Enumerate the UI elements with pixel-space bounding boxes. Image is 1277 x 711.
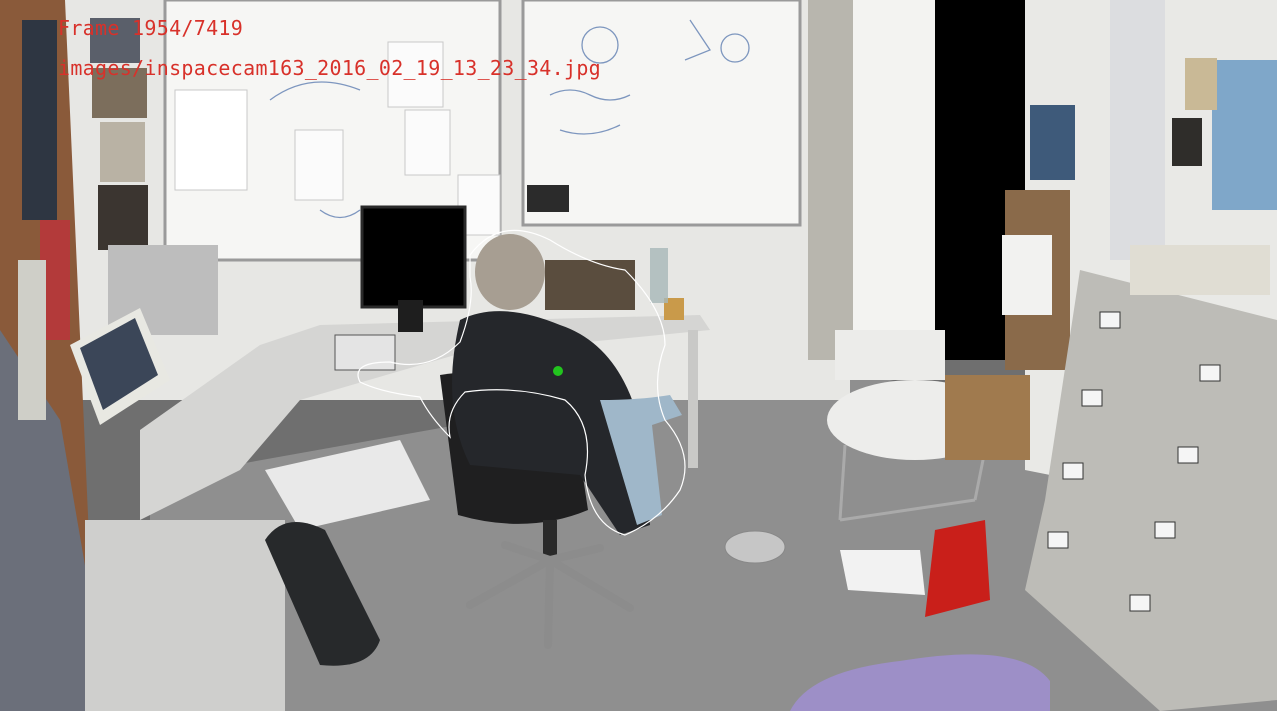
photo-3 xyxy=(100,122,145,182)
calendar-page xyxy=(1002,235,1052,315)
desk-leg xyxy=(688,330,698,468)
image-path-label: images/inspacecam163_2016_02_19_13_23_34… xyxy=(58,56,602,80)
picture-frame-right xyxy=(1185,58,1217,110)
tracking-marker xyxy=(553,366,563,376)
wooden-crate xyxy=(945,375,1030,460)
glass-bottle xyxy=(650,248,668,303)
monitor-stand xyxy=(398,300,423,332)
poster-right-blue xyxy=(1212,60,1277,210)
red-paper-bag xyxy=(925,520,990,617)
poster-left-3 xyxy=(18,260,46,420)
desk-clutter xyxy=(545,260,635,310)
poster-right-doors xyxy=(1030,105,1075,180)
radiator xyxy=(835,330,945,380)
whiteboard-eraser xyxy=(527,185,569,212)
notice-paper-2 xyxy=(294,129,344,201)
frame-counter-label: Frame 1954/7419 xyxy=(58,16,244,40)
person-head xyxy=(475,234,545,310)
picture-frame-right-2 xyxy=(1172,118,1202,166)
floor-document xyxy=(840,550,925,595)
window-frame xyxy=(850,0,935,360)
cabinet-papers xyxy=(1130,245,1270,295)
notice-paper-3 xyxy=(404,109,451,176)
pillar-right xyxy=(1110,0,1165,260)
desk-phone xyxy=(334,334,396,371)
floor-vent xyxy=(724,530,786,564)
desk-return xyxy=(85,520,285,711)
notice-paper-1 xyxy=(174,89,248,191)
poster-left-1 xyxy=(22,20,57,220)
monitor-black xyxy=(360,205,467,309)
pillar xyxy=(808,0,853,360)
camera-frame xyxy=(0,0,1277,711)
chair-stem xyxy=(543,520,557,560)
photo-4 xyxy=(98,185,148,250)
